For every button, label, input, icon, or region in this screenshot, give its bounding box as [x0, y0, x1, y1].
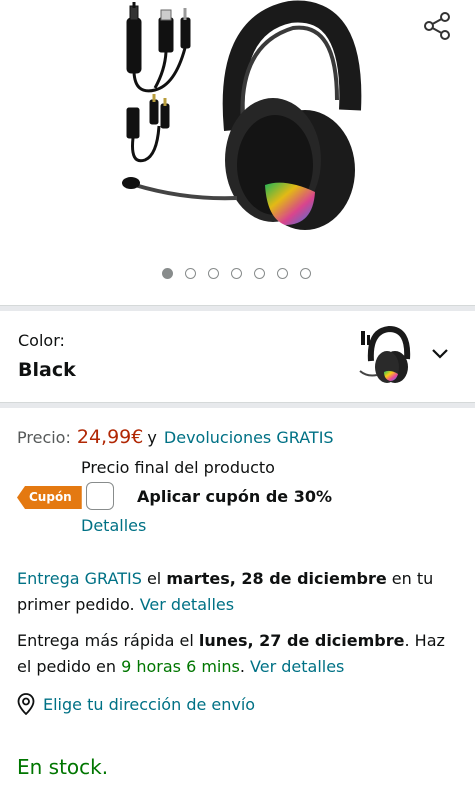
free-delivery-details-link[interactable]: Ver detalles: [140, 595, 234, 614]
final-price-note: Precio final del producto: [81, 458, 275, 477]
fast-delivery-message: Entrega más rápida el lunes, 27 de dicie…: [17, 628, 462, 680]
coupon-text[interactable]: Aplicar cupón de 30%: [137, 487, 332, 506]
color-selector[interactable]: Color: Black: [0, 313, 475, 403]
headset-mic: [134, 183, 238, 201]
gallery-dot[interactable]: [208, 268, 219, 279]
fast-delivery-dot: .: [239, 657, 251, 676]
stock-status: En stock.: [17, 755, 109, 779]
delivery-address-link[interactable]: Elige tu dirección de envío: [17, 693, 255, 715]
coupon-details-link[interactable]: Detalles: [81, 516, 146, 535]
free-delivery-message: Entrega GRATIS el martes, 28 de diciembr…: [17, 566, 462, 618]
price-conjunction: y: [147, 428, 157, 447]
free-delivery-link[interactable]: Entrega GRATIS: [17, 569, 142, 588]
gallery-dot[interactable]: [254, 268, 265, 279]
fast-delivery-details-link[interactable]: Ver detalles: [250, 657, 344, 676]
section-divider: [0, 305, 475, 311]
price-line: Precio: 24,99€ y Devoluciones GRATIS: [17, 426, 334, 448]
chevron-down-icon[interactable]: [428, 341, 452, 365]
gallery-dot[interactable]: [231, 268, 242, 279]
fast-delivery-date: lunes, 27 de diciembre: [198, 631, 405, 650]
price-value: 24,99€: [76, 426, 144, 448]
location-pin-icon: [17, 693, 35, 715]
price-label: Precio:: [17, 428, 71, 447]
share-icon[interactable]: [421, 10, 453, 42]
color-label: Color:: [18, 331, 65, 350]
fast-delivery-prefix: Entrega más rápida el: [17, 631, 199, 650]
gallery-dot[interactable]: [300, 268, 311, 279]
product-gallery[interactable]: [0, 0, 475, 305]
coupon-checkbox[interactable]: [86, 482, 114, 510]
gallery-dots: [162, 268, 311, 279]
color-value: Black: [18, 359, 76, 381]
free-delivery-date: martes, 28 de diciembre: [166, 569, 387, 588]
gallery-dot[interactable]: [185, 268, 196, 279]
free-returns-link[interactable]: Devoluciones GRATIS: [164, 428, 334, 447]
coupon-badge: Cupón: [17, 486, 82, 509]
gallery-dot[interactable]: [162, 268, 173, 279]
color-thumbnail[interactable]: [357, 325, 412, 385]
section-divider: [0, 402, 475, 408]
gallery-dot[interactable]: [277, 268, 288, 279]
free-delivery-mid: el: [141, 569, 167, 588]
delivery-address-text[interactable]: Elige tu dirección de envío: [43, 695, 255, 714]
fast-delivery-countdown: 9 horas 6 mins: [121, 657, 240, 676]
adapter-cables-image: [126, 2, 191, 163]
product-image[interactable]: [115, 0, 365, 255]
